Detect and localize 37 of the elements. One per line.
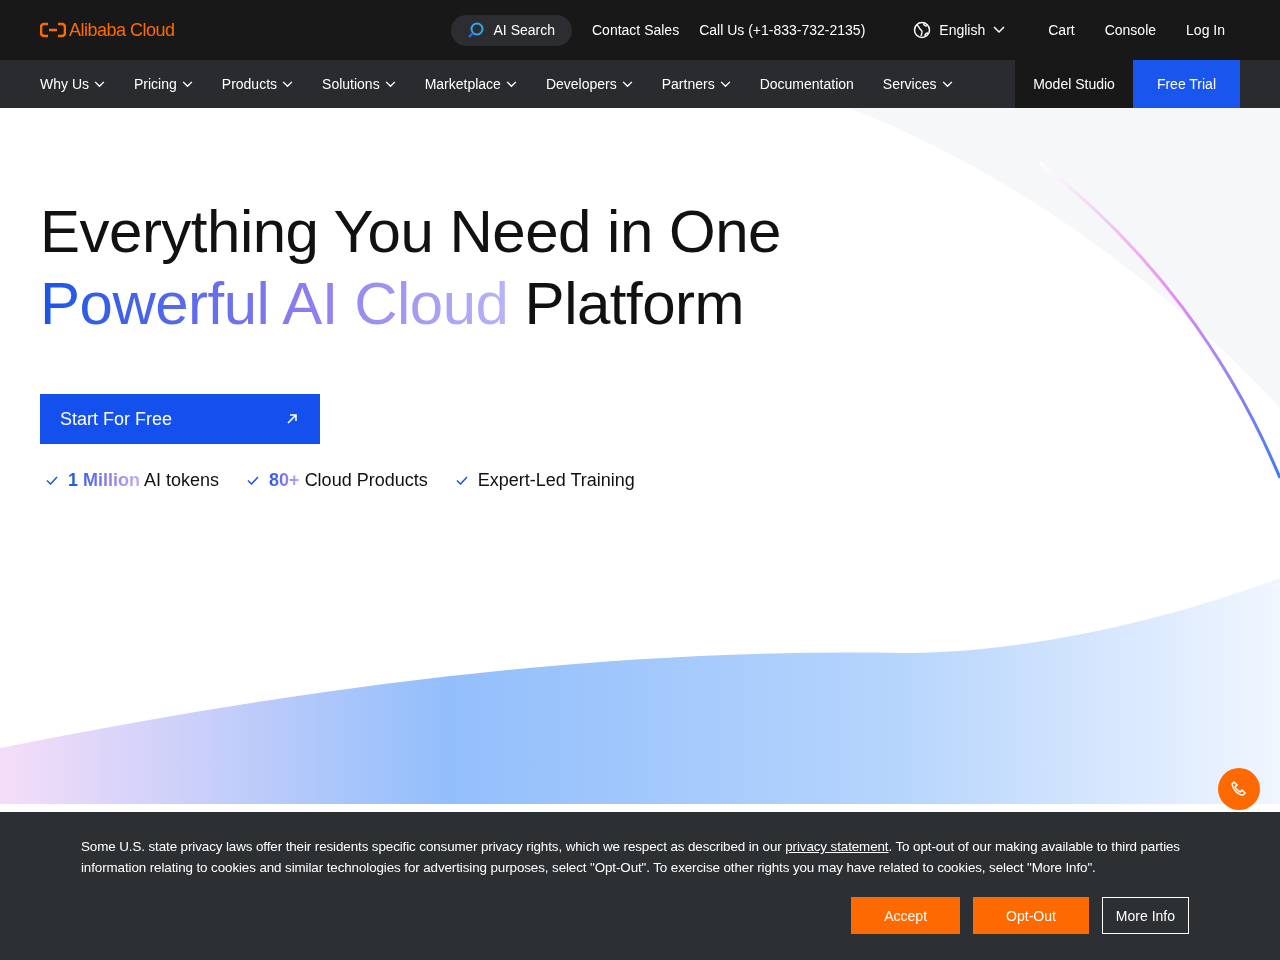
- header-link[interactable]: Log In: [1186, 22, 1225, 38]
- cookie-button[interactable]: More Info: [1101, 897, 1189, 934]
- check-icon: [455, 476, 468, 485]
- privacy-statement-link[interactable]: privacy statement: [785, 839, 889, 854]
- privacy-notice: Some U.S. state privacy laws offer their residents specific consumer privacy rights, which we respect as described in our privacy statement. To opt-out of our making available to third parties information relating to cookies and similar technologies for advertising purposes, select "Opt-Out". To exercise other rights you may have related to cookies, select "More Info".: [81, 838, 1181, 877]
- ai-search-button[interactable]: AI Search: [450, 14, 572, 46]
- feature-text: 1 Million AI tokens: [68, 470, 220, 491]
- header-link[interactable]: Call Us (+1-833-732-2135): [699, 22, 866, 38]
- logo-icon: [40, 22, 66, 38]
- nav-item[interactable]: Developers: [545, 60, 633, 108]
- logo-text: Alibaba Cloud: [69, 19, 175, 41]
- phone-icon: [1230, 780, 1248, 798]
- language-selector[interactable]: English: [907, 20, 1012, 40]
- search-icon: [466, 21, 485, 39]
- header-link[interactable]: Contact Sales: [592, 22, 680, 38]
- hero-title: Everything You Need in One Powerful AI Cloud Platform: [40, 197, 782, 339]
- chevron-down-icon: [993, 26, 1006, 34]
- feature-text: 80+ Cloud Products: [269, 470, 428, 491]
- nav-item[interactable]: Solutions: [322, 60, 396, 108]
- nav-item[interactable]: Pricing: [134, 60, 193, 108]
- free-trial-button[interactable]: Free Trial: [1132, 60, 1240, 108]
- nav-item[interactable]: Services: [882, 60, 953, 108]
- check-icon: [46, 476, 58, 485]
- header-link[interactable]: Console: [1104, 22, 1157, 38]
- nav-item[interactable]: Documentation: [759, 60, 854, 108]
- nav-item[interactable]: Why Us: [40, 60, 105, 108]
- globe-icon: [913, 21, 932, 39]
- feature-text: Expert-Led Training: [477, 470, 635, 491]
- header-link[interactable]: Cart: [1048, 22, 1075, 38]
- check-icon: [247, 476, 260, 485]
- nav-item[interactable]: Marketplace: [424, 60, 517, 108]
- start-for-free-button[interactable]: Start For Free: [40, 394, 320, 444]
- model-studio-button[interactable]: Model Studio: [1015, 60, 1133, 108]
- nav-item[interactable]: Products: [221, 60, 294, 108]
- nav-item[interactable]: Partners: [661, 60, 731, 108]
- arrow-up-right-icon: [286, 413, 298, 425]
- logo[interactable]: Alibaba Cloud: [40, 19, 175, 41]
